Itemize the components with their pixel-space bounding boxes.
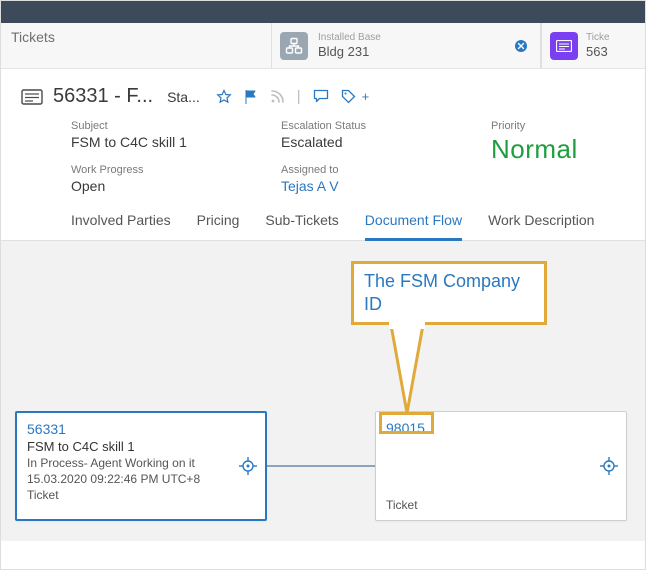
context-right-pill[interactable]: Ticke 563 [541, 23, 645, 68]
tag-icon[interactable] [341, 89, 356, 104]
context-right-label: Ticke [586, 32, 610, 44]
pill-value: Bldg 231 [318, 44, 500, 60]
flow-connector [267, 465, 375, 467]
flow-card-title: FSM to C4C skill 1 [27, 439, 255, 454]
callout-line2: ID [364, 294, 382, 314]
pill-text: Installed Base Bldg 231 [318, 32, 500, 60]
header-actions: | + [216, 88, 370, 105]
tab-bar: Involved Parties Pricing Sub-Tickets Doc… [1, 204, 645, 241]
feed-icon[interactable] [270, 89, 285, 104]
callout-pointer [351, 319, 471, 419]
flag-icon[interactable] [244, 89, 258, 105]
flow-card-id[interactable]: 98015 [386, 420, 616, 436]
add-icon[interactable]: + [362, 89, 370, 104]
context-pill[interactable]: Installed Base Bldg 231 [271, 23, 541, 68]
context-row: Tickets Installed Base Bldg 231 Ticke 56… [1, 23, 645, 69]
priority-value: Normal [491, 134, 578, 165]
header-row: 56331 - F... Sta... | + [1, 69, 645, 116]
flow-card-id[interactable]: 56331 [27, 421, 255, 437]
subject-label: Subject [71, 120, 241, 132]
flow-card-type: Ticket [27, 488, 255, 502]
tab-work-description[interactable]: Work Description [488, 212, 594, 240]
subject-value: FSM to C4C skill 1 [71, 134, 241, 150]
document-flow-canvas[interactable]: 56331 FSM to C4C skill 1 In Process- Age… [1, 241, 645, 541]
focus-target-icon[interactable] [239, 457, 257, 475]
callout-line1: The FSM Company [364, 271, 520, 291]
pill-label: Installed Base [318, 32, 500, 44]
assigned-label: Assigned to [281, 164, 451, 176]
comment-icon[interactable] [313, 89, 329, 104]
tab-document-flow[interactable]: Document Flow [365, 212, 462, 241]
tab-involved-parties[interactable]: Involved Parties [71, 212, 171, 240]
field-subject: Subject FSM to C4C skill 1 [71, 120, 241, 150]
top-bar [1, 1, 645, 23]
field-priority: Priority Normal [491, 120, 578, 165]
field-escalation: Escalation Status Escalated [281, 120, 451, 150]
field-work-progress: Work Progress Open [71, 164, 241, 194]
priority-label: Priority [491, 120, 578, 132]
work-progress-label: Work Progress [71, 164, 241, 176]
context-title: Tickets [1, 23, 271, 68]
details-grid: Subject FSM to C4C skill 1 Work Progress… [1, 116, 645, 204]
ticket-icon [550, 32, 578, 60]
favorite-star-icon[interactable] [216, 89, 232, 105]
flow-card-source[interactable]: 56331 FSM to C4C skill 1 In Process- Age… [15, 411, 267, 521]
details-col-1: Subject FSM to C4C skill 1 Work Progress… [71, 120, 241, 194]
field-assigned: Assigned to Tejas A V [281, 164, 451, 194]
focus-target-icon[interactable] [600, 457, 618, 475]
flow-card-status: In Process- Agent Working on it [27, 456, 255, 470]
page-title: 56331 - F... [53, 85, 153, 108]
tab-pricing[interactable]: Pricing [197, 212, 240, 240]
context-right-value: 563 [586, 44, 610, 60]
details-col-2: Escalation Status Escalated Assigned to … [281, 120, 451, 194]
details-col-3: Priority Normal [491, 120, 581, 194]
app-frame: Tickets Installed Base Bldg 231 Ticke 56… [0, 0, 646, 570]
flow-card-type: Ticket [386, 498, 418, 512]
escalation-value: Escalated [281, 134, 451, 150]
escalation-label: Escalation Status [281, 120, 451, 132]
close-icon[interactable] [510, 35, 532, 57]
installed-base-icon [280, 32, 308, 60]
flow-card-target[interactable]: 98015 Ticket [375, 411, 627, 521]
header-status: Sta... [167, 89, 200, 105]
context-right-text: Ticke 563 [586, 32, 610, 60]
ticket-header-icon [21, 89, 43, 105]
flow-card-timestamp: 15.03.2020 09:22:46 PM UTC+8 [27, 472, 255, 486]
tab-sub-tickets[interactable]: Sub-Tickets [265, 212, 338, 240]
work-progress-value: Open [71, 178, 241, 194]
annotation-callout: The FSM Company ID [351, 261, 547, 325]
assigned-value[interactable]: Tejas A V [281, 178, 451, 194]
separator: | [297, 88, 301, 105]
